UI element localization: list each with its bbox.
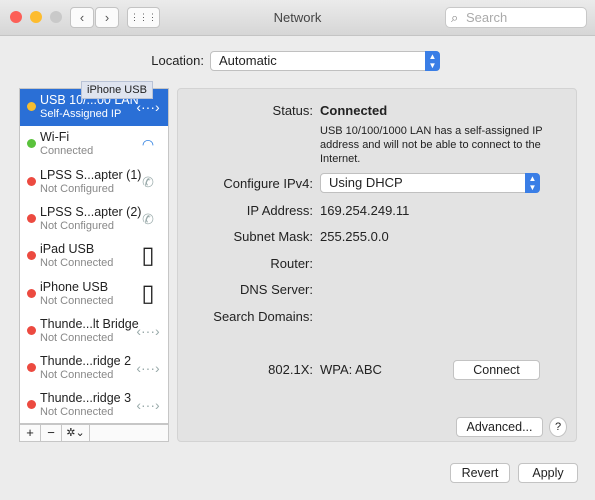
service-item[interactable]: LPSS S...apter (1) Not Configured ✆ xyxy=(20,164,168,201)
subnet-mask-label: Subnet Mask: xyxy=(233,229,314,244)
revert-button[interactable]: Revert xyxy=(450,463,510,483)
status-label: Status: xyxy=(272,103,313,118)
8021x-label: 802.1X: xyxy=(268,362,313,377)
apply-button[interactable]: Apply xyxy=(518,463,578,483)
help-button[interactable]: ? xyxy=(549,417,567,437)
ip-address-label: IP Address: xyxy=(246,203,313,218)
service-item[interactable]: iPad USB Not Connected ▯ xyxy=(20,238,168,275)
service-name: LPSS S...apter (1) xyxy=(40,167,142,182)
service-toolbar: + − ✲⌄ xyxy=(19,424,169,442)
service-status: Self-Assigned IP xyxy=(40,108,122,120)
service-name: iPhone USB xyxy=(40,279,109,294)
ethernet-icon: ‹···› xyxy=(136,360,160,377)
search-input[interactable]: ⌕ Search xyxy=(445,7,587,28)
service-status: Not Connected xyxy=(40,406,114,419)
service-status: Not Connected xyxy=(40,331,114,344)
service-item[interactable]: Thunde...ridge 2 Not Connected ‹···› xyxy=(20,350,168,387)
status-dot xyxy=(27,176,36,186)
search-icon: ⌕ xyxy=(451,10,459,25)
service-list[interactable]: USB 10/...00 LAN Self-Assigned IP ‹···› … xyxy=(19,88,169,424)
status-dot xyxy=(27,288,36,298)
service-item[interactable]: iPhone USB Not Connected ▯ xyxy=(20,276,168,313)
service-status: Not Connected xyxy=(40,257,114,270)
service-name: Thunde...lt Bridge xyxy=(40,316,139,331)
service-item[interactable]: Wi-Fi Connected ◠ xyxy=(20,126,168,163)
location-select[interactable]: Automatic ▲ ▼ xyxy=(210,51,440,71)
advanced-button[interactable]: Advanced... xyxy=(456,417,543,437)
ethernet-icon: ‹···› xyxy=(136,322,160,339)
router-label: Router: xyxy=(270,256,313,271)
gear-menu-button[interactable]: ✲⌄ xyxy=(62,425,90,441)
configure-ipv4-select[interactable]: Using DHCP ▲ ▼ xyxy=(320,173,540,193)
service-name: LPSS S...apter (2) xyxy=(40,204,142,219)
subnet-mask-value: 255.255.0.0 xyxy=(320,229,389,244)
ip-address-value: 169.254.249.11 xyxy=(320,203,410,218)
phone-icon: ✆ xyxy=(142,210,154,227)
dns-server-label: DNS Server: xyxy=(240,282,313,297)
service-name: Thunde...ridge 2 xyxy=(40,354,132,369)
wifi-icon: ◠ xyxy=(141,136,155,153)
status-dot xyxy=(27,400,36,410)
service-item[interactable]: LPSS S...apter (2) Not Configured ✆ xyxy=(20,201,168,238)
tooltip: iPhone USB xyxy=(81,81,153,99)
service-name: Wi-Fi xyxy=(40,130,70,145)
connect-button[interactable]: Connect xyxy=(453,360,540,380)
service-status: Not Configured xyxy=(40,219,114,232)
ipad-icon: ▯ xyxy=(141,242,155,270)
status-dot xyxy=(27,102,36,111)
iphone-icon: ▯ xyxy=(141,279,155,307)
status-dot xyxy=(27,139,36,149)
ethernet-icon: ‹···› xyxy=(136,397,160,414)
status-dot xyxy=(27,325,36,335)
status-description: USB 10/100/1000 LAN has a self-assigned … xyxy=(320,125,543,165)
service-status: Connected xyxy=(40,145,94,158)
configure-ipv4-label: Configure IPv4: xyxy=(223,176,313,191)
search-placeholder: Search xyxy=(466,10,508,25)
status-value: Connected xyxy=(320,103,388,118)
add-service-button[interactable]: + xyxy=(20,425,41,441)
configure-ipv4-value: Using DHCP xyxy=(329,175,403,190)
status-dot xyxy=(27,363,36,373)
chevron-updown-icon: ▲ ▼ xyxy=(425,51,440,71)
location-label: Location: xyxy=(151,53,204,68)
8021x-value: WPA: ABC xyxy=(320,362,382,377)
service-status: Not Configured xyxy=(40,182,114,195)
search-domains-label: Search Domains: xyxy=(213,309,313,324)
status-dot xyxy=(27,213,36,223)
service-status: Not Connected xyxy=(40,294,114,307)
service-item[interactable]: Thunde...ridge 3 Not Connected ‹···› xyxy=(20,387,168,424)
service-name: iPad USB xyxy=(40,242,95,257)
remove-service-button[interactable]: − xyxy=(41,425,62,441)
service-item[interactable]: Thunde...lt Bridge Not Connected ‹···› xyxy=(20,313,168,350)
title-bar: ‹ › ⋮⋮⋮ Network ⌕ Search xyxy=(0,0,595,36)
status-dot xyxy=(27,251,36,261)
service-name: Thunde...ridge 3 xyxy=(40,391,132,406)
chevron-updown-icon: ▲ ▼ xyxy=(525,173,540,193)
phone-icon: ✆ xyxy=(142,173,154,190)
location-value: Automatic xyxy=(219,53,277,68)
service-status: Not Connected xyxy=(40,369,114,382)
